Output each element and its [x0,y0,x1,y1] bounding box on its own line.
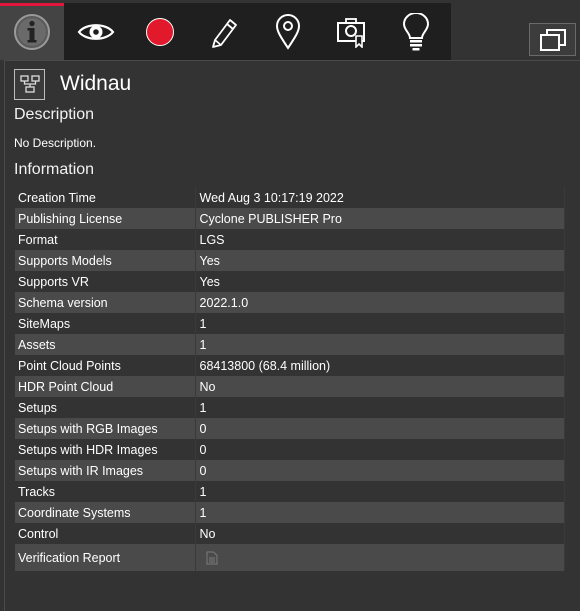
map-pin-icon [275,13,301,50]
info-row: SiteMaps 1 [15,313,565,334]
description-text: No Description. [14,136,97,150]
information-table: Creation Time Wed Aug 3 10:17:19 2022 Publ… [15,187,565,571]
tab-ideas[interactable] [384,3,448,60]
info-row-label: Control [15,523,196,544]
tab-snapshot[interactable] [320,3,384,60]
info-row-value: 1 [195,502,565,523]
info-row-label: Schema version [15,292,196,313]
info-row-label: Publishing License [15,208,196,229]
info-row: Publishing License Cyclone PUBLISHER Pro [15,208,565,229]
site-title: Widnau [60,72,132,95]
info-row: Format LGS [15,229,565,250]
info-row-label: SiteMaps [15,313,196,334]
record-icon [146,17,174,46]
info-row: Point Cloud Points 68413800 (68.4 million… [15,355,565,376]
tool-tabs [0,3,451,60]
camera-badge-icon [337,17,365,48]
info-row-label: Creation Time [15,187,196,208]
info-row: Assets 1 [15,334,565,355]
info-row-value: 1 [195,334,565,355]
info-row: Schema version 2022.1.0 [15,292,565,313]
info-row-label: Point Cloud Points [15,355,196,376]
info-icon [14,13,50,50]
info-row-value: LGS [195,229,565,250]
info-row-value: 0 [195,418,565,439]
info-row-value: 1 [195,313,565,334]
info-row: Setups with RGB Images 0 [15,418,565,439]
info-row-label: Setups [15,397,196,418]
info-row: Supports VR Yes [15,271,565,292]
info-row-value: 1 [195,397,565,418]
info-row-value: 1 [195,481,565,502]
information-heading: Information [14,161,95,178]
info-row-value: Cyclone PUBLISHER Pro [195,208,565,229]
tab-record[interactable] [128,3,192,60]
tab-location[interactable] [256,3,320,60]
info-row: Creation Time Wed Aug 3 10:17:19 2022 [15,187,565,208]
sitemap-icon [14,68,45,100]
window-restore-icon [539,28,566,51]
info-row-label: Setups with RGB Images [15,418,196,439]
info-row-value: Yes [195,271,565,292]
info-row-value: 0 [195,439,565,460]
info-row-label: HDR Point Cloud [15,376,196,397]
info-row-label: Setups with HDR Images [15,439,196,460]
info-row: Tracks 1 [15,481,565,502]
eye-icon [77,23,115,40]
info-row: Coordinate Systems 1 [15,502,565,523]
info-row-label: Supports VR [15,271,196,292]
site-header: Widnau [14,68,131,100]
tab-info[interactable] [0,3,64,60]
info-row-label: Assets [15,334,196,355]
info-row-value: No [195,523,565,544]
info-row-value: No [195,376,565,397]
pencil-icon [212,18,237,48]
info-row-label: Format [15,229,196,250]
info-row-label: Setups with IR Images [15,460,196,481]
info-row: Control No [15,523,565,544]
lightbulb-icon [402,12,430,50]
description-heading: Description [14,106,95,123]
info-row-label: Tracks [15,481,196,502]
tab-edit[interactable] [192,3,256,60]
info-row-label: Coordinate Systems [15,502,196,523]
info-row: Supports Models Yes [15,250,565,271]
verification-report-label: Verification Report [15,544,196,571]
info-row: Setups with HDR Images 0 [15,439,565,460]
info-row: Setups 1 [15,397,565,418]
info-row-value: 68413800 (68.4 million) [195,355,565,376]
info-row-value: Yes [195,250,565,271]
top-toolbar [0,0,580,60]
info-row-value: 2022.1.0 [195,292,565,313]
info-row: HDR Point Cloud No [15,376,565,397]
info-row-value: Wed Aug 3 10:17:19 2022 [195,187,565,208]
verification-report-cell [195,544,565,571]
info-row-label: Supports Models [15,250,196,271]
info-row-value: 0 [195,460,565,481]
tab-view[interactable] [64,3,128,60]
verification-report-row: Verification Report [15,544,565,571]
window-toggle-button[interactable] [529,23,576,56]
document-icon[interactable] [206,551,218,565]
info-row: Setups with IR Images 0 [15,460,565,481]
